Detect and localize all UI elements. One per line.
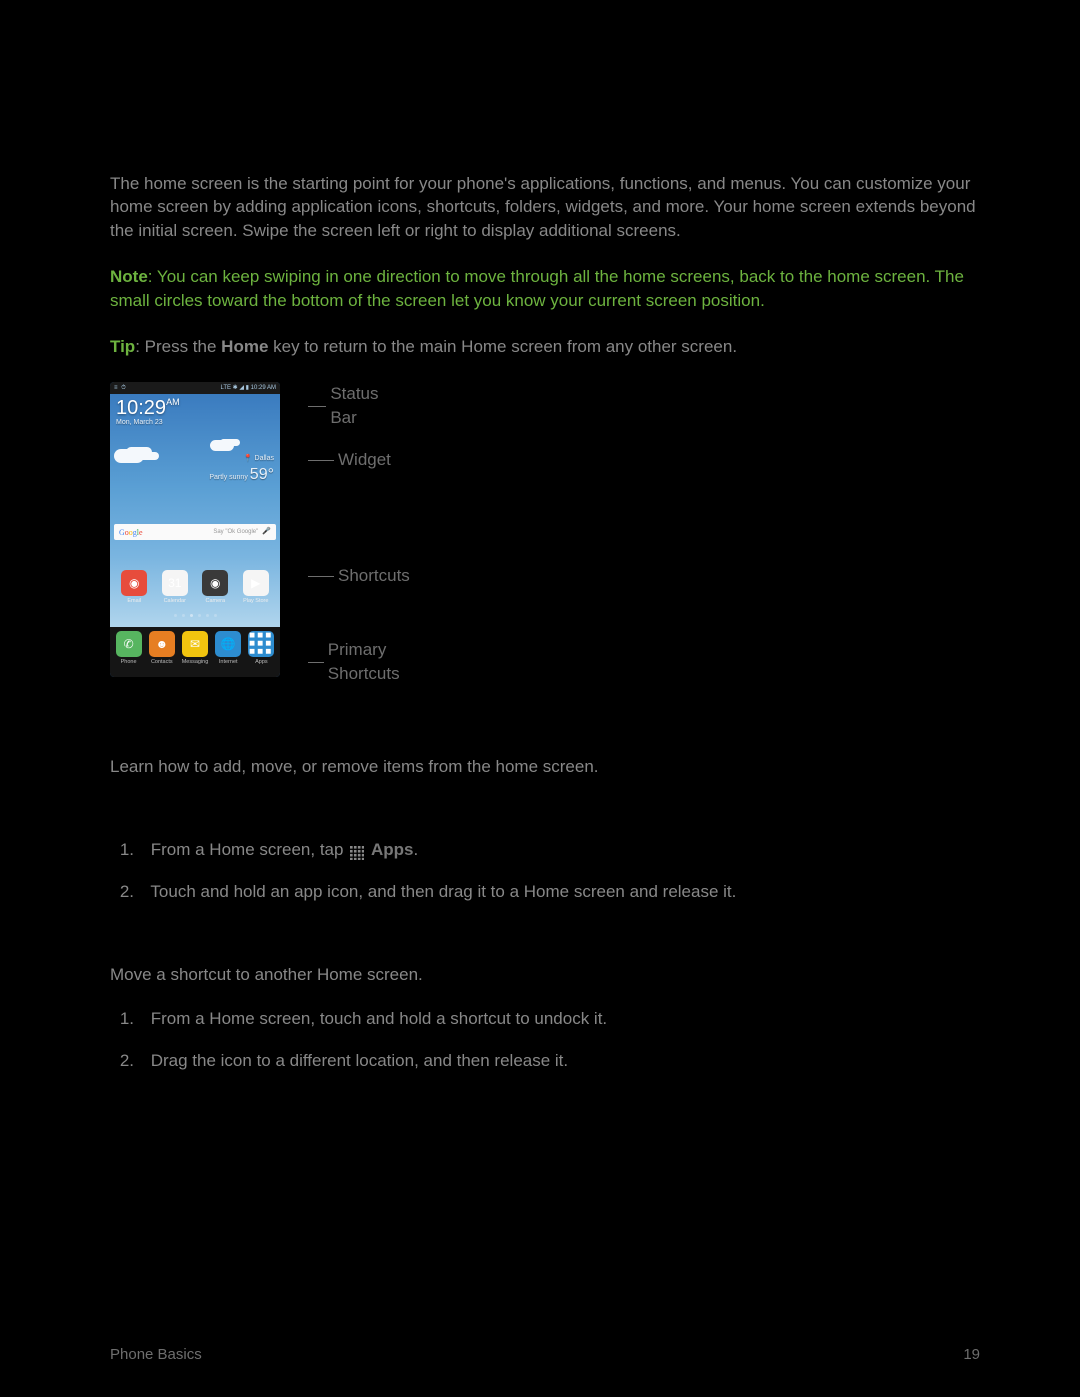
footer-section: Phone Basics xyxy=(110,1344,202,1365)
status-left-icons: ≡ ⏱ xyxy=(114,384,127,392)
dock-label: Phone xyxy=(112,659,145,667)
step-text: Touch and hold an app icon, and then dra… xyxy=(150,882,736,901)
apps-label: Apps xyxy=(371,840,414,859)
step-1: 1. From a Home screen, tap Apps. xyxy=(146,838,980,862)
google-logo: Google xyxy=(119,527,143,538)
page-footer: Phone Basics 19 xyxy=(110,1344,980,1365)
internet-icon: 🌐 xyxy=(215,631,241,657)
dock-label: Contacts xyxy=(145,659,178,667)
weather-cond: Partly sunny xyxy=(209,474,248,481)
callout-label: Widget xyxy=(338,448,391,472)
dock-apps: Apps xyxy=(245,631,278,667)
step-text: From a Home screen, tap xyxy=(151,840,344,859)
tip-label: Tip xyxy=(110,337,135,356)
callout-label: Shortcuts xyxy=(338,564,410,588)
dock-messaging: ✉ Messaging xyxy=(178,631,211,667)
calendar-icon: 31 xyxy=(162,570,188,596)
messaging-icon: ✉ xyxy=(182,631,208,657)
step-2: 2. Touch and hold an app icon, and then … xyxy=(146,880,980,904)
weather-widget: 📍 Dallas Partly sunny 59° xyxy=(209,454,274,486)
step-text: . xyxy=(413,840,418,859)
callout-label: Primary Shortcuts xyxy=(328,638,410,686)
callout-label: Status Bar xyxy=(330,382,386,430)
clock-time: 10:29 xyxy=(116,397,166,419)
apps-grid-icon xyxy=(350,843,364,857)
apps-icon xyxy=(248,631,274,657)
weather-temp: 59° xyxy=(250,466,274,483)
footer-page-number: 19 xyxy=(963,1344,980,1365)
status-net: LTE xyxy=(220,385,231,391)
app-email: ◉ Email xyxy=(116,570,152,606)
heading-move-shortcuts: Move Shortcuts xyxy=(110,926,980,951)
dock-label: Apps xyxy=(245,659,278,667)
status-time: 10:29 AM xyxy=(251,385,276,391)
tip-block: Tip: Press the Home key to return to the… xyxy=(110,335,980,359)
callout-shortcuts: Shortcuts xyxy=(308,564,410,588)
move-shortcuts-steps: 1. From a Home screen, touch and hold a … xyxy=(110,1007,980,1073)
figure-home-screen: ≡ ⏱ LTE ✱ ◢ ▮ 10:29 AM 10:29AM Mon, Marc… xyxy=(110,382,980,677)
dock-contacts: ☻ Contacts xyxy=(145,631,178,667)
page-indicator xyxy=(110,614,280,617)
contacts-icon: ☻ xyxy=(149,631,175,657)
app-label: Calendar xyxy=(157,598,193,606)
app-label: Play Store xyxy=(238,598,274,606)
cloud-graphic xyxy=(114,449,144,463)
app-play-store: ▶ Play Store xyxy=(238,570,274,606)
status-right: LTE ✱ ◢ ▮ 10:29 AM xyxy=(220,384,276,392)
home-key-label: Home xyxy=(221,337,268,356)
camera-icon: ◉ xyxy=(202,570,228,596)
move-intro: Move a shortcut to another Home screen. xyxy=(110,963,980,987)
step-2: 2. Drag the icon to a different location… xyxy=(146,1049,980,1073)
tip-text-a: : Press the xyxy=(135,337,221,356)
note-label: Note xyxy=(110,267,148,286)
note-block: Note: You can keep swiping in one direct… xyxy=(110,265,980,313)
dock-internet: 🌐 Internet xyxy=(212,631,245,667)
app-label: Email xyxy=(116,598,152,606)
callout-primary-shortcuts: Primary Shortcuts xyxy=(308,638,410,686)
phone-screenshot: ≡ ⏱ LTE ✱ ◢ ▮ 10:29 AM 10:29AM Mon, Marc… xyxy=(110,382,280,677)
step-1: 1. From a Home screen, touch and hold a … xyxy=(146,1007,980,1031)
phone-icon: ✆ xyxy=(116,631,142,657)
primary-shortcut-dock: ✆ Phone ☻ Contacts ✉ Messaging 🌐 Internet Ap… xyxy=(110,627,280,677)
app-label: Camera xyxy=(197,598,233,606)
app-calendar: 31 Calendar xyxy=(157,570,193,606)
app-camera: ◉ Camera xyxy=(197,570,233,606)
clock-widget: 10:29AM xyxy=(116,398,274,418)
heading-home-screen: Home Screen xyxy=(110,120,980,154)
weather-location: Dallas xyxy=(255,455,274,462)
email-icon: ◉ xyxy=(121,570,147,596)
cloud-graphic xyxy=(210,440,234,451)
clock-date: Mon, March 23 xyxy=(116,418,274,428)
customize-intro: Learn how to add, move, or remove items … xyxy=(110,755,980,779)
google-search-bar: Google Say "Ok Google" 🎤 xyxy=(114,524,276,540)
add-shortcuts-steps: 1. From a Home screen, tap Apps. 2. Touc… xyxy=(110,838,980,904)
heading-customize: Customize the Home Screen xyxy=(110,713,980,741)
step-text: Drag the icon to a different location, a… xyxy=(151,1051,568,1070)
mic-icon: 🎤 xyxy=(262,527,271,537)
callout-status-bar: Status Bar xyxy=(308,382,386,430)
clock-ampm: AM xyxy=(166,397,180,407)
status-bar: ≡ ⏱ LTE ✱ ◢ ▮ 10:29 AM xyxy=(110,382,280,394)
search-placeholder: Say "Ok Google" xyxy=(143,528,263,536)
play-store-icon: ▶ xyxy=(243,570,269,596)
shortcut-row: ◉ Email 31 Calendar ◉ Camera ▶ Play Store xyxy=(110,570,280,606)
dock-phone: ✆ Phone xyxy=(112,631,145,667)
intro-paragraph: The home screen is the starting point fo… xyxy=(110,172,980,243)
callout-widget: Widget xyxy=(308,448,391,472)
heading-add-shortcuts: Add Shortcuts to the Home Screen xyxy=(110,801,980,826)
tip-text-b: key to return to the main Home screen fr… xyxy=(268,337,737,356)
step-text: From a Home screen, touch and hold a sho… xyxy=(151,1009,607,1028)
dock-label: Messaging xyxy=(178,659,211,667)
note-text: : You can keep swiping in one direction … xyxy=(110,267,964,310)
dock-label: Internet xyxy=(212,659,245,667)
wallpaper-widget-area: 10:29AM Mon, March 23 📍 Dallas Partly su… xyxy=(110,394,280,627)
